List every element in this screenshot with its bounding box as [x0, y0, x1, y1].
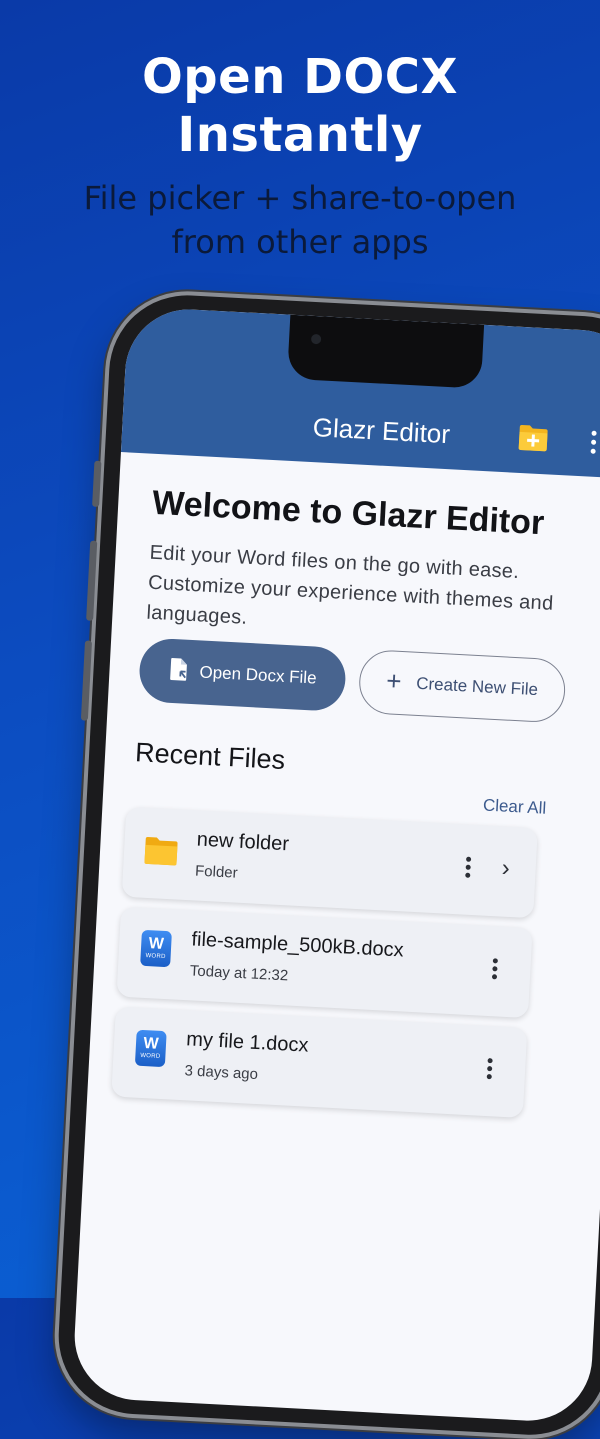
open-docx-label: Open Docx File	[199, 662, 318, 688]
phone-mockup: Glazr Editor Welcome to Glazr Editor Edi…	[0, 0, 600, 1439]
item-more-icon[interactable]	[484, 1058, 493, 1082]
item-name: file-sample_500kB.docx	[190, 928, 405, 962]
item-more-icon[interactable]	[463, 856, 472, 881]
word-doc-icon: W WORD	[140, 929, 172, 968]
recent-item-file[interactable]: W WORD my file 1.docx 3 days ago	[111, 1006, 528, 1118]
silent-switch	[92, 460, 102, 507]
camera-icon	[310, 333, 322, 345]
notch	[287, 314, 485, 389]
app-bar: Glazr Editor	[120, 306, 600, 480]
more-vertical-icon[interactable]	[587, 430, 598, 456]
word-doc-icon: W WORD	[134, 1029, 167, 1068]
welcome-text: Edit your Word files on the go with ease…	[146, 541, 555, 629]
item-subtitle: Folder	[194, 862, 239, 882]
open-docx-button[interactable]: Open Docx File	[137, 637, 348, 713]
welcome-heading: Welcome to Glazr Editor	[151, 483, 546, 543]
recent-files-title: Recent Files	[134, 737, 286, 776]
volume-down-button	[80, 640, 93, 721]
folder-plus-icon[interactable]	[518, 423, 549, 453]
recent-item-file[interactable]: W WORD file-sample_500kB.docx Today at 1…	[116, 906, 533, 1019]
item-subtitle: Today at 12:32	[189, 962, 289, 985]
volume-up-button	[86, 540, 98, 621]
item-subtitle: 3 days ago	[184, 1062, 259, 1084]
phone-frame: Glazr Editor Welcome to Glazr Editor Edi…	[54, 291, 600, 1439]
file-open-icon	[170, 657, 187, 681]
folder-icon	[144, 836, 178, 866]
item-more-icon[interactable]	[490, 958, 499, 982]
chevron-right-icon[interactable]: ›	[501, 855, 510, 883]
create-new-file-label: Create New File	[415, 673, 539, 700]
plus-icon: +	[385, 665, 403, 697]
item-name: new folder	[196, 828, 290, 856]
create-new-file-button[interactable]: + Create New File	[357, 648, 567, 724]
recent-item-folder[interactable]: new folder Folder ›	[121, 806, 538, 919]
phone-screen: Glazr Editor Welcome to Glazr Editor Edi…	[71, 306, 600, 1424]
clear-all-button[interactable]: Clear All	[482, 795, 546, 818]
item-name: my file 1.docx	[185, 1028, 309, 1057]
